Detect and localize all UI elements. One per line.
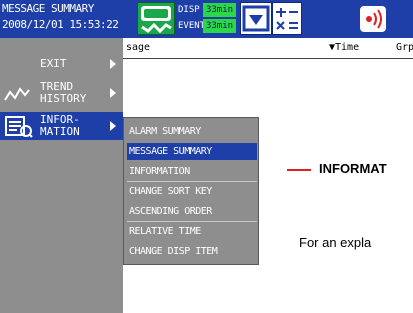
- submenu-item-change-disp-item[interactable]: CHANGE DISP ITEM: [127, 243, 257, 260]
- event-label: EVENT: [178, 21, 206, 31]
- menu-item-label-line2: HISTORY: [40, 92, 87, 105]
- information-list-icon: [5, 116, 33, 138]
- column-group: Grp: [396, 42, 413, 53]
- column-message: sage: [126, 42, 151, 53]
- alarm-speaker-icon: [360, 6, 386, 32]
- disp-rate: 33min: [203, 3, 236, 17]
- callout-label: INFORMAT: [319, 161, 387, 176]
- status-header: MESSAGE SUMMARY 2008/12/01 15:53:22 DISP…: [0, 0, 413, 38]
- submenu-item-alarm-summary[interactable]: ALARM SUMMARY: [127, 123, 257, 140]
- information-submenu: ALARM SUMMARY MESSAGE SUMMARY INFORMATIO…: [123, 117, 259, 265]
- date-time: 2008/12/01 15:53:22: [2, 18, 119, 31]
- screen-title: MESSAGE SUMMARY: [2, 2, 94, 15]
- submenu-item-relative-time[interactable]: RELATIVE TIME: [127, 223, 257, 240]
- menu-item-label: EXIT: [40, 57, 67, 70]
- submenu-item-message-summary[interactable]: MESSAGE SUMMARY: [127, 143, 257, 160]
- disp-label: DISP: [178, 5, 200, 15]
- submenu-arrow-icon: [110, 88, 116, 98]
- display-event-rates: DISP 33min EVENT 33min: [176, 2, 236, 35]
- trend-graph-icon: [4, 87, 30, 101]
- submenu-item-information[interactable]: INFORMATION: [127, 163, 257, 180]
- menu-item-exit[interactable]: EXIT: [0, 56, 123, 72]
- explanation-text: For an expla: [299, 235, 372, 250]
- menu-item-label-line2: MATION: [40, 125, 80, 138]
- submenu-item-ascending-order[interactable]: ASCENDING ORDER: [127, 203, 257, 220]
- submenu-divider: [127, 181, 257, 182]
- event-rate: 33min: [203, 19, 236, 33]
- column-time[interactable]: ▼Time: [329, 42, 359, 53]
- callout-leader-line: [287, 169, 311, 171]
- side-menu: EXIT TREND HISTORY INFOR- MATION: [0, 38, 123, 313]
- menu-item-information[interactable]: INFOR- MATION: [0, 112, 123, 140]
- submenu-arrow-icon: [110, 59, 116, 69]
- display-trend-icon: [137, 2, 175, 35]
- submenu-divider: [127, 221, 257, 222]
- calculator-icon: [272, 2, 302, 35]
- sort-order-icon: [240, 2, 272, 35]
- summary-column-header: sage ▼Time Grp: [123, 38, 413, 59]
- menu-item-trend-history[interactable]: TREND HISTORY: [0, 78, 123, 108]
- submenu-item-change-sort-key[interactable]: CHANGE SORT KEY: [127, 183, 257, 200]
- submenu-arrow-icon: [110, 121, 116, 131]
